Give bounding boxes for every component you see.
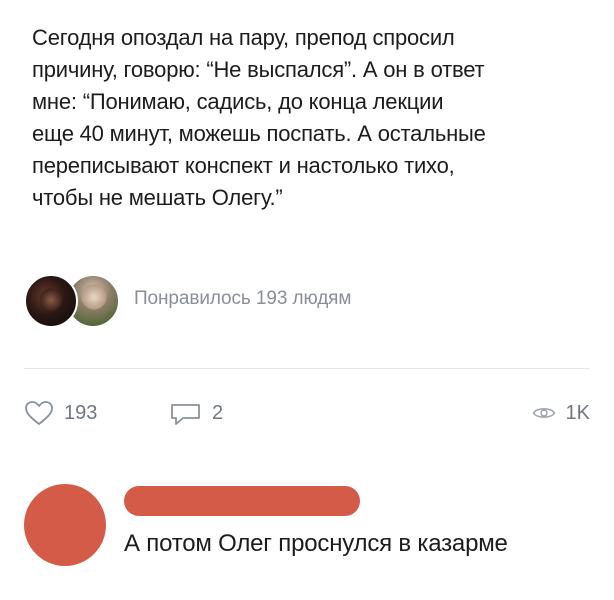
views-count: 1K [565, 401, 590, 424]
likes-summary[interactable]: Понравилось 193 людям [134, 288, 351, 310]
liker-avatars[interactable] [24, 270, 124, 332]
redacted-author-name [124, 486, 360, 516]
post-text-line: Сегодня опоздал на пару, препод спросил [32, 25, 455, 50]
views-indicator: 1K [532, 393, 590, 433]
post-text-line: причину, говорю: “Не выспался”. А он в о… [32, 57, 485, 82]
likes-count: 193 [64, 401, 98, 424]
comment-bubble-icon [170, 400, 202, 426]
post-text: Сегодня опоздал на пару, препод спросил … [32, 22, 592, 214]
heart-icon [24, 400, 54, 426]
comments-count: 2 [212, 401, 224, 424]
avatar[interactable] [24, 484, 106, 566]
comment-button[interactable]: 2 [170, 393, 223, 433]
comment-text: А потом Олег проснулся в казарме [124, 530, 508, 557]
comment: А потом Олег проснулся в казарме [24, 480, 604, 580]
like-button[interactable]: 193 [24, 393, 97, 433]
post-text-line: переписывают конспект и настолько тихо, [32, 153, 455, 178]
post-actions: 193 2 1K [24, 393, 590, 433]
post-text-line: мне: “Понимаю, садись, до конца лекции [32, 89, 444, 114]
post-text-line: еще 40 минут, можешь поспать. А остальны… [32, 121, 486, 146]
liker-avatar[interactable] [24, 274, 78, 328]
likers-section[interactable]: Понравилось 193 людям [24, 270, 584, 332]
post-text-line: чтобы не мешать Олегу.” [32, 185, 283, 210]
divider [24, 368, 590, 369]
eye-icon [532, 405, 556, 421]
